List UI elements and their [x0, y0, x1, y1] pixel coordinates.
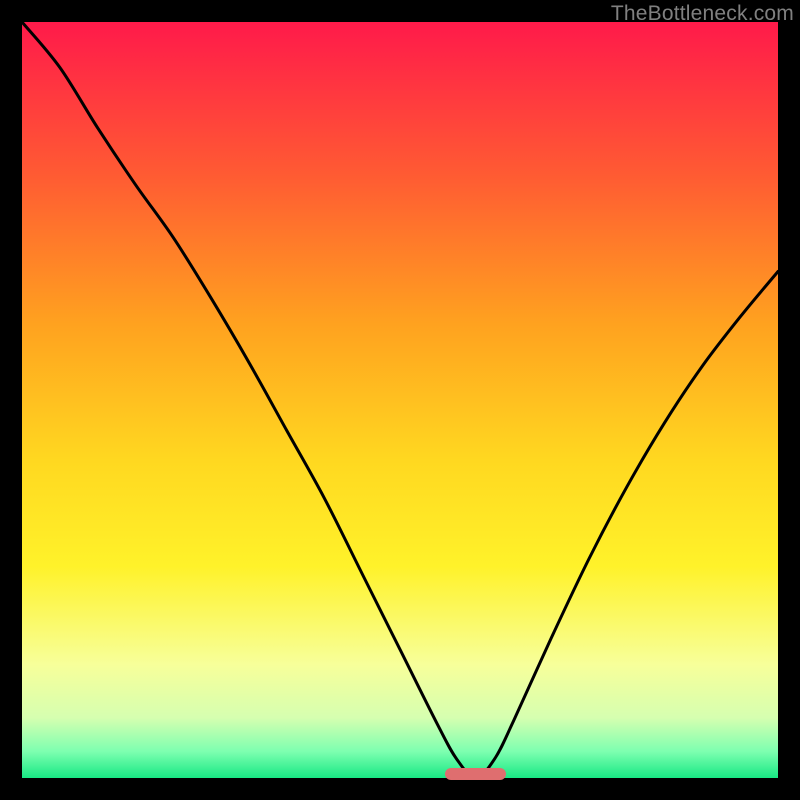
chart-frame	[22, 22, 778, 778]
bottleneck-chart	[22, 22, 778, 778]
gradient-background	[22, 22, 778, 778]
minimum-marker	[445, 768, 506, 780]
watermark-label: TheBottleneck.com	[611, 2, 794, 26]
